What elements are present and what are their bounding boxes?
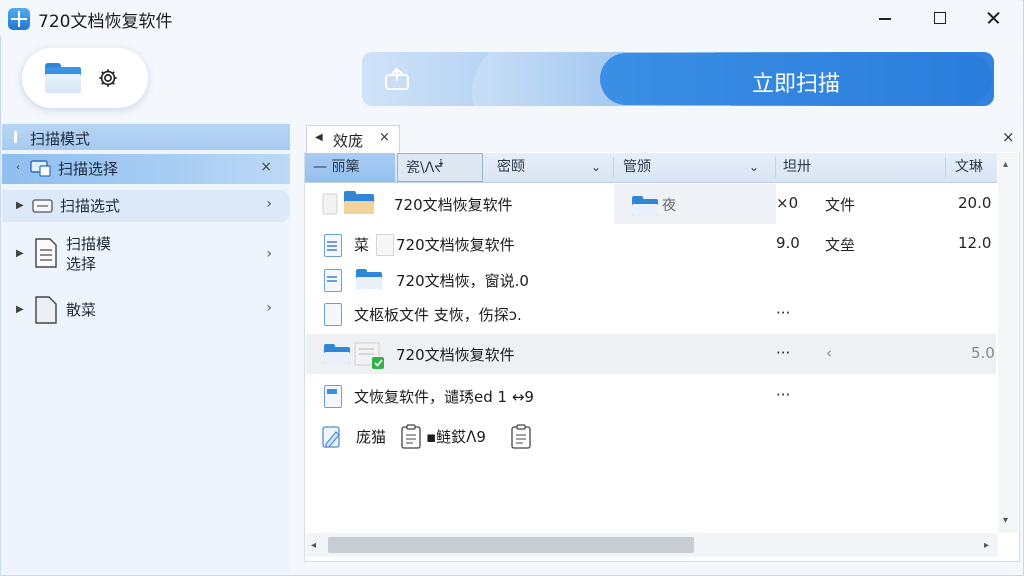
folder-icon xyxy=(356,269,382,289)
scroll-down-icon[interactable]: ▾ xyxy=(1003,515,1008,526)
list-item[interactable]: 文柩板文件 支恢，伤探ɔ. ··· xyxy=(306,296,996,332)
scroll-left-icon[interactable]: ◂ xyxy=(311,540,316,551)
document-icon xyxy=(35,238,57,268)
folder-icon[interactable] xyxy=(45,63,81,93)
column-header[interactable]: 文琳 xyxy=(955,153,997,182)
cell-value: ··· xyxy=(776,344,791,362)
chevron-right-icon: › xyxy=(266,300,272,316)
preview-label: 夜 xyxy=(662,198,676,214)
upload-icon[interactable] xyxy=(384,67,410,91)
sidebar-item-label: 散菜 xyxy=(66,301,97,319)
list-item[interactable]: 菜 720文档恢复软件 9.0 文垒 12.0 xyxy=(306,226,996,262)
file-thumb-icon xyxy=(376,234,394,256)
file-prefix: 庞猫 xyxy=(356,428,387,446)
sidebar-header-label: 扫描模式 xyxy=(30,130,91,148)
folder-icon xyxy=(322,191,374,215)
tab-label: 效庞 xyxy=(333,132,364,150)
cell-value: ··· xyxy=(776,304,791,322)
maximize-button[interactable] xyxy=(916,4,962,32)
file-name: 720文档恢，窗说.0 xyxy=(396,272,529,290)
file-name: 720文档恢复软件 xyxy=(396,346,515,364)
sidebar-item-scan-select[interactable]: ‹ 扫描选择 × xyxy=(2,154,290,184)
cell-value: 5.0 xyxy=(971,344,995,362)
cell-value: ··· xyxy=(776,386,791,404)
minimize-button[interactable] xyxy=(862,4,908,32)
drive-icon xyxy=(32,199,53,213)
tab-close-icon[interactable]: × xyxy=(379,130,390,145)
close-button[interactable] xyxy=(970,4,1016,32)
document-icon xyxy=(324,385,342,408)
vertical-scrollbar[interactable]: ▴ ▾ xyxy=(998,153,1018,533)
chevron-right-icon: › xyxy=(266,246,272,262)
list-item[interactable]: 720文档恢复软件 ··· ‹ 5.0 xyxy=(306,334,996,374)
scroll-up-icon[interactable]: ▴ xyxy=(1003,159,1008,170)
sidebar-item-misc[interactable]: ▶ 散菜 › xyxy=(2,292,290,326)
clipboard-icon xyxy=(401,424,421,449)
document-icon xyxy=(324,303,342,326)
cell-value: ‹ xyxy=(826,344,832,362)
tab-scroll-left-icon[interactable]: ◀ xyxy=(315,132,323,143)
cell-value: 文垒 xyxy=(825,236,856,254)
sidebar-item-scan-style[interactable]: ▶ 扫描选式 › xyxy=(2,190,290,222)
panel-close-icon[interactable]: × xyxy=(1002,128,1015,146)
recovered-file-icon xyxy=(354,342,384,369)
sidebar-item-label: 扫描选择 xyxy=(58,160,119,178)
file-name: 文柩板文件 支恢，伤探ɔ. xyxy=(354,306,522,324)
file-name: 720文档恢复软件 xyxy=(396,236,515,254)
app-logo-icon xyxy=(8,8,30,30)
scan-now-label: 立即扫描 xyxy=(751,72,840,97)
horizontal-scroll-thumb[interactable] xyxy=(328,537,694,553)
tab-strip xyxy=(304,124,1020,152)
file-prefix: 菜 xyxy=(354,236,370,254)
folder-icon xyxy=(632,196,658,216)
sidebar-item-label: 扫描选式 xyxy=(60,197,121,215)
list-item[interactable]: 文恢复软件，谴琇ed 1 ↔9 ··· xyxy=(306,378,996,414)
title-bar: 720文档恢复软件 xyxy=(0,0,1022,36)
monitor-icon xyxy=(30,160,51,177)
scan-now-button[interactable]: 立即扫描 xyxy=(600,53,992,105)
folder-icon xyxy=(324,344,350,364)
document-icon xyxy=(324,269,342,292)
cell-value: 9.0 xyxy=(776,234,800,252)
clipboard-icon xyxy=(511,424,531,449)
column-header[interactable]: 坦卅 xyxy=(783,153,883,182)
scroll-right-icon[interactable]: ▸ xyxy=(984,540,989,551)
column-header[interactable]: — 丽篥 xyxy=(305,153,395,182)
gear-icon[interactable] xyxy=(97,67,119,89)
window-title: 720文档恢复软件 xyxy=(38,12,173,32)
edit-document-icon xyxy=(322,426,340,448)
column-header[interactable]: 管颁 xyxy=(623,153,733,182)
cell-value: 12.0 xyxy=(958,234,992,252)
list-item[interactable]: 庞猫 ▪鲢銰ᐱ9 xyxy=(306,418,996,454)
sidebar-item-scan-mode[interactable]: ▶ 扫描模 选择 › xyxy=(2,228,290,282)
tab-results[interactable]: ◀ 效庞 × xyxy=(306,125,400,153)
quick-tools-pill xyxy=(22,48,148,108)
column-header-row: — 丽篥 瓷\ᐱᖫ 密颐 ⌄ 管颁 ⌄ 坦卅 文琳 xyxy=(305,153,997,183)
chevron-down-icon[interactable]: ⌄ xyxy=(749,153,759,182)
file-name: 文恢复软件，谴琇ed 1 ↔9 xyxy=(354,388,534,406)
list-item[interactable]: 720文档恢，窗说.0 xyxy=(306,262,996,298)
preview-thumbnail: 夜 xyxy=(614,184,776,224)
chevron-right-icon: › xyxy=(266,196,272,212)
sidebar-header: 扫描模式 xyxy=(2,124,290,150)
file-icon xyxy=(35,296,57,324)
sidebar-item-label: 扫描模 选择 xyxy=(66,235,112,273)
sidebar-item-close-icon[interactable]: × xyxy=(260,159,272,175)
file-name: ▪鲢銰ᐱ9 xyxy=(426,428,486,446)
file-name: 720文档恢复软件 xyxy=(394,196,513,214)
column-header[interactable]: 瓷\ᐱᖫ xyxy=(397,153,483,182)
document-icon xyxy=(324,234,342,257)
chevron-down-icon[interactable]: ⌄ xyxy=(591,153,601,182)
